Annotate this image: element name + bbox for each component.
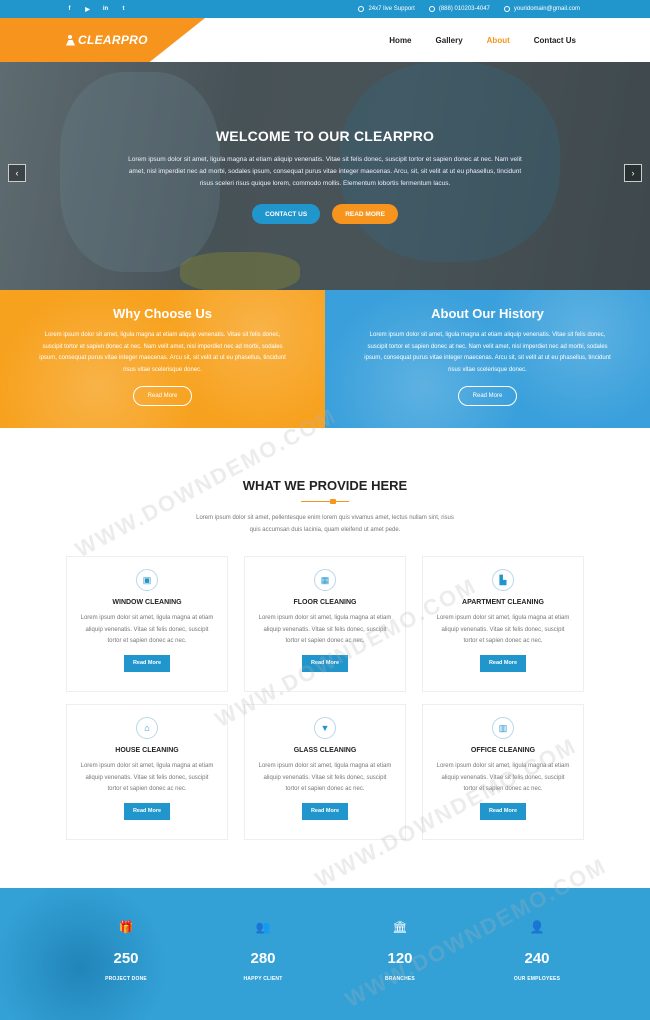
stat-employees: 👤 240 OUR EMPLOYEES [509, 920, 565, 982]
stat-number: 120 [387, 950, 413, 967]
stat-number: 250 [113, 950, 139, 967]
bank-icon: 🏛 [392, 920, 408, 934]
service-read-more-button[interactable]: Read More [301, 654, 349, 672]
service-title: FLOOR CLEANING [293, 599, 357, 606]
stat-label: OUR EMPLOYEES [513, 976, 561, 982]
mail-icon [503, 6, 510, 12]
service-title: OFFICE CLEANING [470, 747, 536, 754]
house-icon: ⌂ [136, 717, 158, 739]
chat-icon [358, 6, 365, 12]
hero-slider: ‹ › WELCOME TO OUR CLEARPRO Lorem ipsum … [0, 62, 650, 290]
services-grid: ▣ WINDOW CLEANING Lorem ipsum dolor sit … [66, 556, 584, 840]
apartment-icon: ▙ [492, 569, 514, 591]
logo-text: CLEARPRO [78, 33, 148, 47]
stat-label: PROJECT DONE [105, 976, 147, 982]
stat-number: 280 [250, 950, 276, 967]
topbar: f ▶ in t 24x7 live Support (888) 010203-… [0, 0, 650, 18]
read-more-button[interactable]: READ MORE [332, 204, 398, 224]
service-read-more-button[interactable]: Read More [123, 802, 171, 820]
nav-contact[interactable]: Contact Us [534, 36, 576, 45]
panel-title: Why Choose Us [113, 306, 212, 321]
topbar-contacts: 24x7 live Support (888) 010203-4047 your… [358, 6, 580, 12]
header: CLEARPRO Home Gallery About Contact Us [0, 18, 650, 62]
service-read-more-button[interactable]: Read More [123, 654, 171, 672]
logo[interactable]: CLEARPRO [0, 18, 205, 62]
service-card-floor: ▦ FLOOR CLEANING Lorem ipsum dolor sit a… [244, 556, 406, 692]
service-read-more-button[interactable]: Read More [301, 802, 349, 820]
glass-icon: ▼ [314, 717, 336, 739]
facebook-icon[interactable]: f [66, 6, 73, 13]
history-read-more-button[interactable]: Read More [457, 386, 518, 406]
title-divider [301, 497, 349, 505]
youtube-icon[interactable]: ▶ [84, 6, 91, 13]
stat-projects: 🎁 250 PROJECT DONE [98, 920, 154, 982]
nav-about[interactable]: About [487, 36, 510, 45]
why-read-more-button[interactable]: Read More [132, 386, 193, 406]
service-title: WINDOW CLEANING [112, 599, 182, 606]
service-title: GLASS CLEANING [293, 747, 357, 754]
feature-panels: Why Choose Us Lorem ipsum dolor sit amet… [0, 290, 650, 428]
hero-title: WELCOME TO OUR CLEARPRO [215, 128, 435, 144]
stat-label: HAPPY CLIENT [243, 976, 283, 982]
service-text: Lorem ipsum dolor sit amet, ligula magna… [258, 615, 392, 644]
service-text: Lorem ipsum dolor sit amet, ligula magna… [80, 615, 214, 644]
history-panel: About Our History Lorem ipsum dolor sit … [325, 290, 650, 428]
service-title: APARTMENT CLEANING [462, 599, 544, 606]
panel-text: Lorem ipsum dolor sit amet, ligula magna… [364, 332, 611, 373]
service-text: Lorem ipsum dolor sit amet, ligula magna… [258, 763, 392, 792]
service-card-window: ▣ WINDOW CLEANING Lorem ipsum dolor sit … [66, 556, 228, 692]
user-icon: 👤 [529, 920, 545, 934]
stat-label: BRANCHES [385, 976, 415, 982]
service-card-apartment: ▙ APARTMENT CLEANING Lorem ipsum dolor s… [422, 556, 584, 692]
nav-gallery[interactable]: Gallery [436, 36, 463, 45]
social-links: f ▶ in t [66, 6, 127, 13]
section-title: WHAT WE PROVIDE HERE [242, 478, 408, 493]
office-icon: ▥ [492, 717, 514, 739]
services-section: WHAT WE PROVIDE HERE Lorem ipsum dolor s… [0, 428, 650, 888]
stat-clients: 👥 280 HAPPY CLIENT [235, 920, 291, 982]
service-text: Lorem ipsum dolor sit amet, ligula magna… [436, 763, 570, 792]
service-text: Lorem ipsum dolor sit amet, ligula magna… [436, 615, 570, 644]
window-icon: ▣ [136, 569, 158, 591]
service-card-glass: ▼ GLASS CLEANING Lorem ipsum dolor sit a… [244, 704, 406, 840]
floor-icon: ▦ [314, 569, 336, 591]
linkedin-icon[interactable]: in [102, 6, 109, 13]
users-icon: 👥 [255, 920, 271, 934]
contact-us-button[interactable]: CONTACT US [252, 204, 321, 224]
twitter-icon[interactable]: t [120, 6, 127, 13]
service-title: HOUSE CLEANING [115, 747, 179, 754]
why-choose-panel: Why Choose Us Lorem ipsum dolor sit amet… [0, 290, 325, 428]
logo-icon [66, 34, 75, 46]
nav-home[interactable]: Home [389, 36, 411, 45]
hero-text: Lorem ipsum dolor sit amet, ligula magna… [128, 156, 522, 187]
stat-number: 240 [524, 950, 550, 967]
service-read-more-button[interactable]: Read More [479, 654, 527, 672]
panel-text: Lorem ipsum dolor sit amet, ligula magna… [39, 332, 286, 373]
service-text: Lorem ipsum dolor sit amet, ligula magna… [80, 763, 214, 792]
panel-title: About Our History [431, 306, 544, 321]
service-read-more-button[interactable]: Read More [479, 802, 527, 820]
service-card-house: ⌂ HOUSE CLEANING Lorem ipsum dolor sit a… [66, 704, 228, 840]
support-text: 24x7 live Support [368, 6, 415, 12]
phone-text[interactable]: (888) 010203-4047 [439, 6, 490, 12]
email-text[interactable]: youridomain@gmail.com [514, 6, 580, 12]
section-intro: Lorem ipsum dolor sit amet, pellentesque… [196, 515, 454, 533]
phone-icon [428, 6, 435, 12]
gift-icon: 🎁 [118, 920, 134, 934]
main-nav: Home Gallery About Contact Us [389, 18, 576, 62]
stats-section: 🎁 250 PROJECT DONE 👥 280 HAPPY CLIENT 🏛 … [0, 888, 650, 1020]
stat-branches: 🏛 120 BRANCHES [372, 920, 428, 982]
service-card-office: ▥ OFFICE CLEANING Lorem ipsum dolor sit … [422, 704, 584, 840]
